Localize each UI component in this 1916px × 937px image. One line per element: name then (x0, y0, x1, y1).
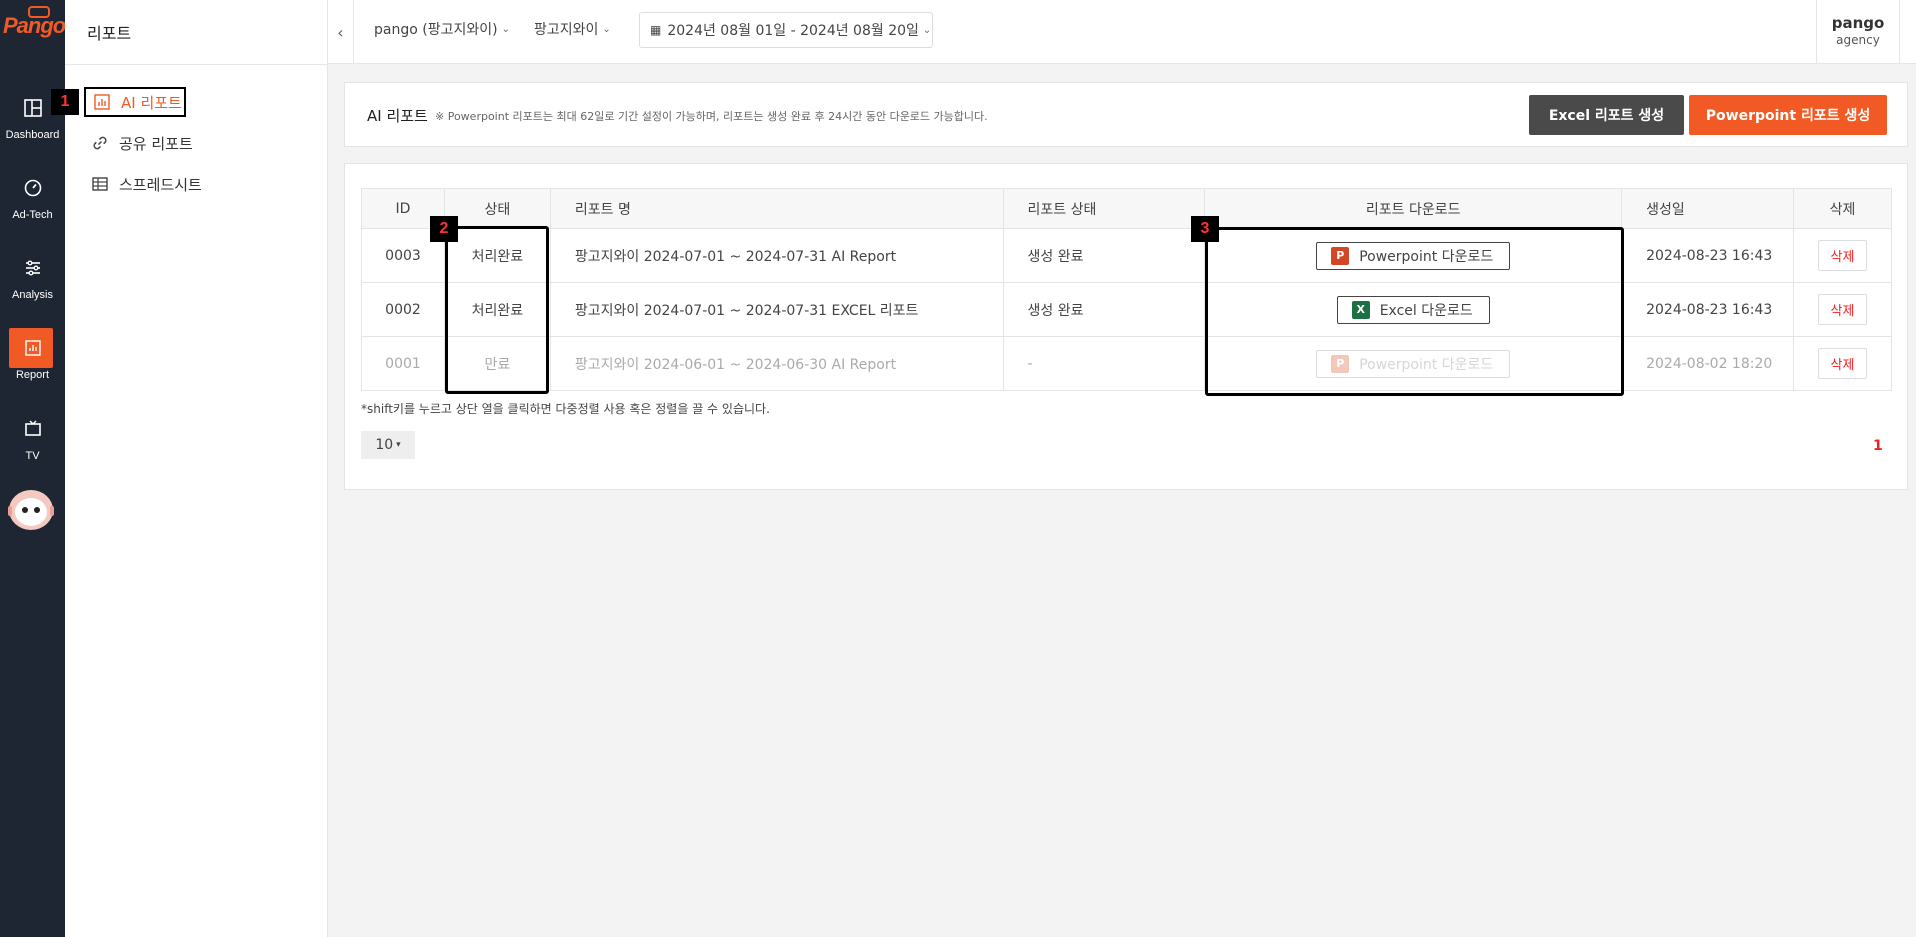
sort-hint: *shift키를 누르고 상단 열을 클릭하면 다중정렬 사용 혹은 정렬을 끌… (361, 402, 770, 416)
delete-button[interactable]: 삭제 (1817, 348, 1868, 379)
rail-item-adtech[interactable]: Ad-Tech (0, 177, 65, 221)
collapse-sidebar-button[interactable]: ‹ (328, 0, 354, 64)
annotation-badge-1: 1 (51, 89, 79, 115)
column-header-status[interactable]: 상태 (443, 188, 551, 229)
sidebar-item-label: 공유 리포트 (119, 134, 193, 153)
pagination-current-page[interactable]: 1 (1873, 438, 1883, 454)
create-ppt-report-button[interactable]: Powerpoint 리포트 생성 (1689, 95, 1887, 135)
highlight-box-2 (445, 226, 549, 394)
create-excel-report-button[interactable]: Excel 리포트 생성 (1529, 95, 1684, 135)
rail-label-adtech: Ad-Tech (12, 209, 53, 221)
sliders-icon (25, 260, 40, 276)
table-icon (92, 177, 108, 191)
cell-created: 2024-08-23 16:43 (1621, 282, 1794, 337)
rail-label-analysis: Analysis (12, 289, 53, 301)
delete-button[interactable]: 삭제 (1817, 294, 1868, 325)
rail-item-analysis[interactable]: Analysis (0, 257, 65, 301)
sidebar-divider (65, 64, 328, 65)
cell-created: 2024-08-23 16:43 (1621, 228, 1794, 283)
page-title: AI 리포트 (367, 107, 428, 125)
page-size-select[interactable]: 10 ▾ (361, 431, 415, 459)
delete-button[interactable]: 삭제 (1817, 240, 1868, 271)
cell-created: 2024-08-02 18:20 (1621, 336, 1794, 391)
column-header-created[interactable]: 생성일 (1621, 188, 1794, 229)
tv-icon (24, 420, 41, 436)
highlight-box-1 (84, 87, 186, 117)
column-header-download[interactable]: 리포트 다운로드 (1204, 188, 1623, 229)
cell-id: 0001 (361, 336, 445, 391)
link-icon (93, 136, 107, 150)
chevron-left-icon: ‹ (337, 22, 344, 42)
cell-report-name: 팡고지와이 2024-07-01 ~ 2024-07-31 EXCEL 리포트 (549, 282, 1004, 337)
report-table-panel: ID 상태 리포트 명 리포트 상태 리포트 다운로드 생성일 삭제 0003 … (344, 163, 1908, 490)
table-row: 0003 처리완료 팡고지와이 2024-07-01 ~ 2024-07-31 … (361, 228, 1892, 283)
rail-item-tv[interactable]: TV (0, 418, 65, 462)
main-rail: Pango Dashboard Ad-Tech Analysis Report … (0, 0, 66, 937)
cell-report-status: 생성 완료 (1002, 228, 1206, 283)
sidebar-item-spreadsheet[interactable]: 스프레드시트 (91, 172, 202, 196)
report-header-panel: AI 리포트 ※ Powerpoint 리포트는 최대 62일로 기간 설정이 … (344, 82, 1908, 147)
sub-sidebar: 리포트 AI 리포트 공유 리포트 스프레드시트 (65, 0, 328, 937)
sidebar-title: 리포트 (87, 24, 132, 43)
annotation-badge-2: 2 (430, 216, 458, 242)
report-notice: ※ Powerpoint 리포트는 최대 62일로 기간 설정이 가능하며, 리… (435, 110, 988, 123)
cell-report-status: 생성 완료 (1002, 282, 1206, 337)
mascot-icon[interactable] (6, 488, 56, 532)
account-dropdown[interactable]: pango (팡고지와이) ⌄ (374, 19, 510, 39)
account-dropdown-label: pango (팡고지와이) (374, 22, 498, 38)
cell-id: 0002 (361, 282, 445, 337)
page-size-value: 10 (375, 437, 394, 453)
logo-text: Pango (3, 13, 66, 38)
table-header-row: ID 상태 리포트 명 리포트 상태 리포트 다운로드 생성일 삭제 (361, 188, 1892, 229)
date-range-label: 2024년 08월 01일 - 2024년 08월 20일 (667, 23, 919, 39)
report-table: ID 상태 리포트 명 리포트 상태 리포트 다운로드 생성일 삭제 0003 … (361, 188, 1892, 391)
advertiser-dropdown[interactable]: 팡고지와이 ⌄ (534, 19, 611, 39)
column-header-delete[interactable]: 삭제 (1793, 188, 1892, 229)
column-header-report-status[interactable]: 리포트 상태 (1002, 188, 1206, 229)
advertiser-dropdown-label: 팡고지와이 (534, 22, 599, 38)
rail-label-tv: TV (25, 450, 40, 462)
sidebar-item-shared-report[interactable]: 공유 리포트 (91, 131, 193, 155)
user-role: agency (1836, 33, 1880, 47)
sidebar-item-label: 스프레드시트 (119, 175, 202, 194)
date-range-picker[interactable]: ▦ 2024년 08월 01일 - 2024년 08월 20일 ⌄ (639, 12, 933, 48)
rail-item-report[interactable]: Report (0, 337, 65, 381)
cell-delete: 삭제 (1793, 228, 1892, 283)
dashboard-icon (23, 99, 42, 117)
calendar-icon: ▦ (650, 23, 662, 37)
gauge-icon (24, 179, 41, 197)
cell-delete: 삭제 (1793, 282, 1892, 337)
annotation-badge-3: 3 (1191, 216, 1219, 242)
table-row: 0002 처리완료 팡고지와이 2024-07-01 ~ 2024-07-31 … (361, 282, 1892, 337)
cell-delete: 삭제 (1793, 336, 1892, 391)
user-menu[interactable]: pango agency (1816, 0, 1900, 64)
rail-label-dashboard: Dashboard (5, 129, 60, 141)
chevron-down-icon: ⌄ (501, 23, 510, 35)
cell-report-name: 팡고지와이 2024-06-01 ~ 2024-06-30 AI Report (549, 336, 1004, 391)
caret-down-icon: ▾ (396, 440, 401, 450)
chevron-down-icon: ⌄ (602, 23, 611, 35)
column-header-name[interactable]: 리포트 명 (549, 188, 1004, 229)
user-name: pango (1831, 14, 1885, 32)
highlight-box-3 (1205, 227, 1624, 396)
cell-report-name: 팡고지와이 2024-07-01 ~ 2024-07-31 AI Report (549, 228, 1004, 283)
cell-report-status: - (1002, 336, 1206, 391)
top-bar: ‹ pango (팡고지와이) ⌄ 팡고지와이 ⌄ ▦ 2024년 08월 01일 … (328, 0, 1916, 64)
rail-label-report: Report (15, 369, 50, 381)
report-icon (24, 340, 41, 356)
table-row: 0001 만료 팡고지와이 2024-06-01 ~ 2024-06-30 AI… (361, 336, 1892, 391)
pango-logo[interactable]: Pango (0, 0, 66, 60)
chevron-down-icon: ⌄ (922, 24, 932, 36)
